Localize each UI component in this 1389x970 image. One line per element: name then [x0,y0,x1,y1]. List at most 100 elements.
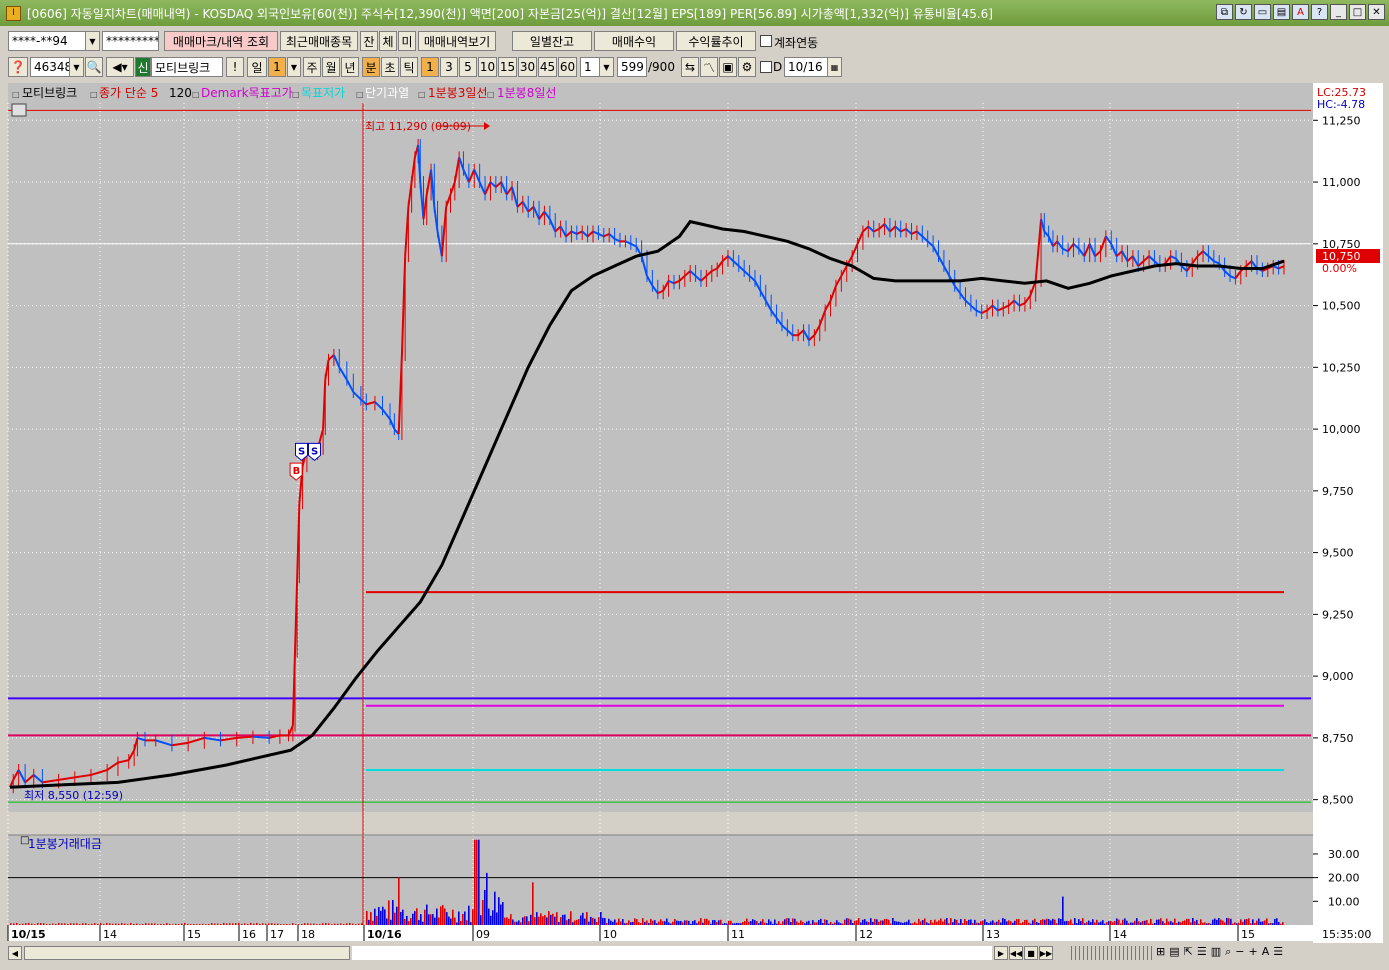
volume-bar [355,924,357,925]
calendar-icon[interactable]: ▦ [827,58,841,76]
scroll-track[interactable] [352,946,992,960]
speaker-icon[interactable]: ◀▾ [106,57,134,77]
minus-icon[interactable]: − [1235,945,1244,959]
volume-bar [217,923,219,925]
window-icon[interactable]: ▭ [1254,4,1271,20]
maximize-button[interactable]: □ [1349,4,1366,20]
rewind-icon[interactable]: ◀◀ [1009,946,1023,960]
volume-bar [16,922,18,925]
search-icon[interactable]: 🔍 [85,57,103,77]
volume-bar [540,913,542,925]
volume-bar [382,906,384,925]
chevron-down-icon[interactable]: ▼ [85,32,99,50]
password-field[interactable]: ********* [102,31,159,51]
alert-button[interactable]: ! [226,57,244,77]
volume-bar [1174,918,1176,925]
minute-10-button[interactable]: 10 [478,57,497,77]
volume-bar [1162,921,1164,925]
print-icon[interactable]: ▤ [1273,4,1290,20]
list-icon[interactable]: ☰ [1197,945,1207,959]
period-day-count[interactable]: 1 [268,57,286,77]
volume-bar [940,918,942,925]
volume-bar [1124,918,1126,925]
play-icon[interactable]: ▶ [994,946,1008,960]
period-week-button[interactable]: 주 [303,57,321,77]
zoom-ruler[interactable] [1068,946,1154,960]
volume-bar [544,915,546,925]
grid-icon[interactable]: ⊞ [1156,945,1165,959]
period-tick-button[interactable]: 틱 [400,57,418,77]
help-icon[interactable]: ? [1311,4,1328,20]
close-button[interactable]: ✕ [1368,4,1385,20]
daily-balance-button[interactable]: 일별잔고 [512,31,592,51]
volume-bar [1032,920,1034,925]
volume-bar [808,920,810,925]
period-minute-button[interactable]: 분 [362,57,380,77]
chevron-down-icon[interactable]: ▼ [287,57,301,77]
recent-stocks-button[interactable]: 최근매매종목 [280,31,358,51]
trade-icon[interactable]: ⇆ [681,57,699,77]
volume-bar [1100,921,1102,925]
layout-icon[interactable]: ▤ [1169,945,1179,959]
font-icon[interactable]: A [1292,4,1309,20]
volume-bar [734,923,736,925]
chevron-down-icon[interactable]: ▼ [69,58,83,76]
volume-bar [1228,918,1230,925]
refresh-icon[interactable]: ↻ [1235,4,1252,20]
date-input[interactable]: 10/16 ▦ [784,57,842,77]
period-month-button[interactable]: 월 [322,57,340,77]
minute-1-button[interactable]: 1 [421,57,439,77]
forward-icon[interactable]: ▶▶ [1039,946,1053,960]
volume-bar [958,923,960,925]
minute-45-button[interactable]: 45 [538,57,557,77]
jan-button[interactable]: 잔 [360,31,378,51]
save-icon[interactable]: ▣ [719,57,737,77]
cursor-icon[interactable]: ⇱ [1184,945,1193,959]
date-checkbox[interactable] [760,61,772,73]
plus-icon[interactable]: + [1249,945,1258,959]
minute-3-button[interactable]: 3 [440,57,458,77]
period-day-button[interactable]: 일 [247,57,267,77]
period-year-button[interactable]: 년 [341,57,359,77]
count-input[interactable]: 599 [617,57,647,77]
mark-query-button[interactable]: 매매마크/내역 조회 [164,31,278,51]
minute-5-button[interactable]: 5 [459,57,477,77]
minute-60-button[interactable]: 60 [558,57,577,77]
link-icon[interactable]: ⧉ [1216,4,1233,20]
scroll-thumb[interactable] [24,946,350,960]
chart-icon[interactable]: ▥ [1211,945,1221,959]
mi-button[interactable]: 미 [398,31,416,51]
stock-code-input[interactable]: 463480 ▼ [30,57,84,77]
stock-search-icon[interactable]: ❓ [8,57,28,77]
price-chart[interactable]: BS S 11,250 11,000 10,750 10,500 10,250 10,000… [6,83,1385,943]
account-select[interactable]: ****-**94 ▼ [8,31,100,51]
volume-bar [862,919,864,925]
interval-select[interactable]: 1 ▼ [580,57,614,77]
volume-bar [896,921,898,925]
return-trend-button[interactable]: 수익률추이 [676,31,756,51]
zoom-icon[interactable]: ⌕ [1225,945,1231,959]
indicator-icon[interactable]: 〽 [700,57,718,77]
menu-icon[interactable]: ☰ [1273,945,1283,959]
volume-bar [936,921,938,925]
settings-icon[interactable]: ⚙ [738,57,756,77]
stop-icon[interactable]: ■ [1024,946,1038,960]
volume-bar [842,923,844,925]
chart-scrollbar[interactable]: ◀ ▶ ◀◀ ■ ▶▶ ⊞ ▤ ⇱ ☰ ▥ ⌕ − + A ☰ [6,944,1385,964]
che-button[interactable]: 체 [379,31,397,51]
scroll-left-button[interactable]: ◀ [8,946,22,960]
chart-area[interactable]: BSS 11,250 11,000 10,750 10,500 10,250 10,000… [6,83,1385,943]
table-icon[interactable] [11,103,27,117]
history-view-button[interactable]: 매매내역보기 [418,31,496,51]
chevron-down-icon[interactable]: ▼ [599,58,613,76]
trade-profit-button[interactable]: 매매수익 [594,31,674,51]
text-icon[interactable]: A [1262,945,1270,959]
account-link-checkbox[interactable] [760,35,772,47]
minute-30-button[interactable]: 30 [518,57,537,77]
period-second-button[interactable]: 초 [381,57,399,77]
volume-bar [334,923,336,925]
minute-15-button[interactable]: 15 [498,57,517,77]
volume-bar [1204,922,1206,925]
volume-bar [418,920,420,925]
minimize-button[interactable]: _ [1330,4,1347,20]
